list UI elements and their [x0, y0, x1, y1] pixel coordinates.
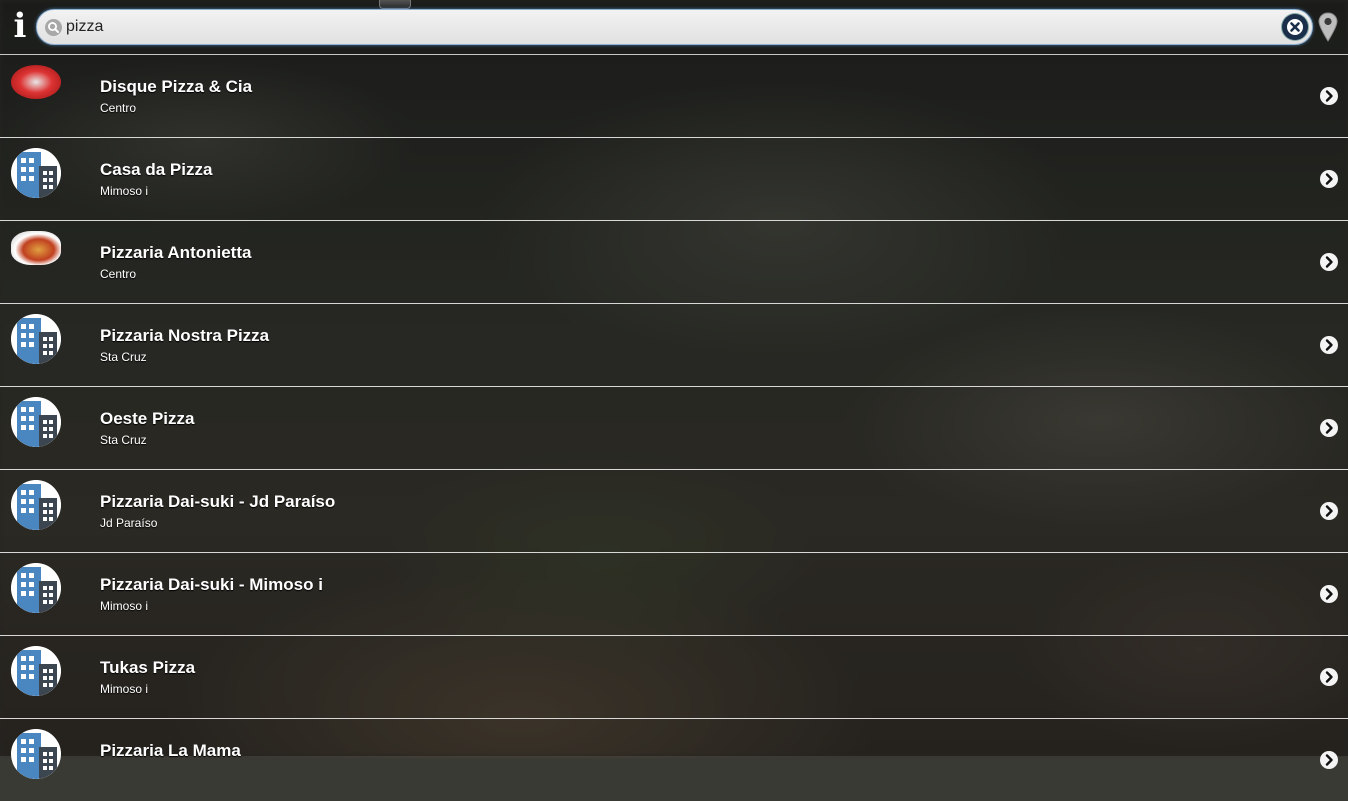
building-icon	[11, 314, 61, 364]
building-icon	[11, 480, 61, 530]
result-area: Centro	[100, 101, 137, 115]
building-icon	[11, 397, 61, 447]
result-area: Sta Cruz	[100, 433, 147, 447]
building-icon	[11, 148, 61, 198]
result-row[interactable]: Tukas Pizza Mimoso i	[0, 635, 1348, 718]
drag-handle[interactable]	[379, 0, 411, 9]
search-bar	[36, 9, 1313, 45]
result-name: Disque Pizza & Cia	[100, 77, 253, 96]
result-name: Pizzaria Nostra Pizza	[100, 326, 270, 345]
search-input[interactable]	[66, 15, 1266, 39]
location-pin-icon[interactable]	[1318, 12, 1338, 42]
result-name: Casa da Pizza	[100, 160, 213, 179]
result-name: Tukas Pizza	[100, 658, 196, 677]
result-area: Sta Cruz	[100, 350, 147, 364]
result-name: Pizzaria Dai-suki - Mimoso i	[100, 575, 323, 594]
restaurant-logo	[11, 231, 61, 265]
chevron-right-icon[interactable]	[1320, 170, 1338, 188]
result-area: Jd Paraíso	[100, 516, 158, 530]
result-name: Pizzaria Antonietta	[100, 243, 252, 262]
chevron-right-icon[interactable]	[1320, 585, 1338, 603]
chevron-right-icon[interactable]	[1320, 502, 1338, 520]
results-list: Disque Pizza & Cia Centro Casa da Pizza Mim…	[0, 54, 1348, 801]
result-row[interactable]: Pizzaria Dai-suki - Mimoso i Mimoso i	[0, 552, 1348, 635]
result-area: Mimoso i	[100, 682, 149, 696]
building-icon	[11, 563, 61, 613]
chevron-right-icon[interactable]	[1320, 751, 1338, 769]
result-row[interactable]: Pizzaria La Mama	[0, 718, 1348, 801]
result-name: Pizzaria Dai-suki - Jd Paraíso	[100, 492, 336, 511]
restaurant-logo	[11, 65, 61, 99]
result-row[interactable]: Pizzaria Antonietta Centro	[0, 220, 1348, 303]
result-row[interactable]: Pizzaria Dai-suki - Jd Paraíso Jd Paraíso	[0, 469, 1348, 552]
result-name: Oeste Pizza	[100, 409, 195, 428]
chevron-right-icon[interactable]	[1320, 253, 1338, 271]
clear-icon[interactable]	[1282, 14, 1308, 40]
building-icon	[11, 729, 61, 779]
result-row[interactable]: Disque Pizza & Cia Centro	[0, 54, 1348, 137]
building-icon	[11, 646, 61, 696]
search-icon	[45, 19, 62, 36]
chevron-right-icon[interactable]	[1320, 668, 1338, 686]
chevron-right-icon[interactable]	[1320, 336, 1338, 354]
result-name: Pizzaria La Mama	[100, 741, 241, 760]
chevron-right-icon[interactable]	[1320, 87, 1338, 105]
chevron-right-icon[interactable]	[1320, 419, 1338, 437]
result-row[interactable]: Oeste Pizza Sta Cruz	[0, 386, 1348, 469]
result-row[interactable]: Casa da Pizza Mimoso i	[0, 137, 1348, 220]
result-area: Mimoso i	[100, 599, 149, 613]
top-bar: i	[0, 0, 1348, 54]
result-area: Mimoso i	[100, 184, 149, 198]
info-icon[interactable]: i	[10, 9, 30, 43]
result-area: Centro	[100, 267, 137, 281]
result-row[interactable]: Pizzaria Nostra Pizza Sta Cruz	[0, 303, 1348, 386]
